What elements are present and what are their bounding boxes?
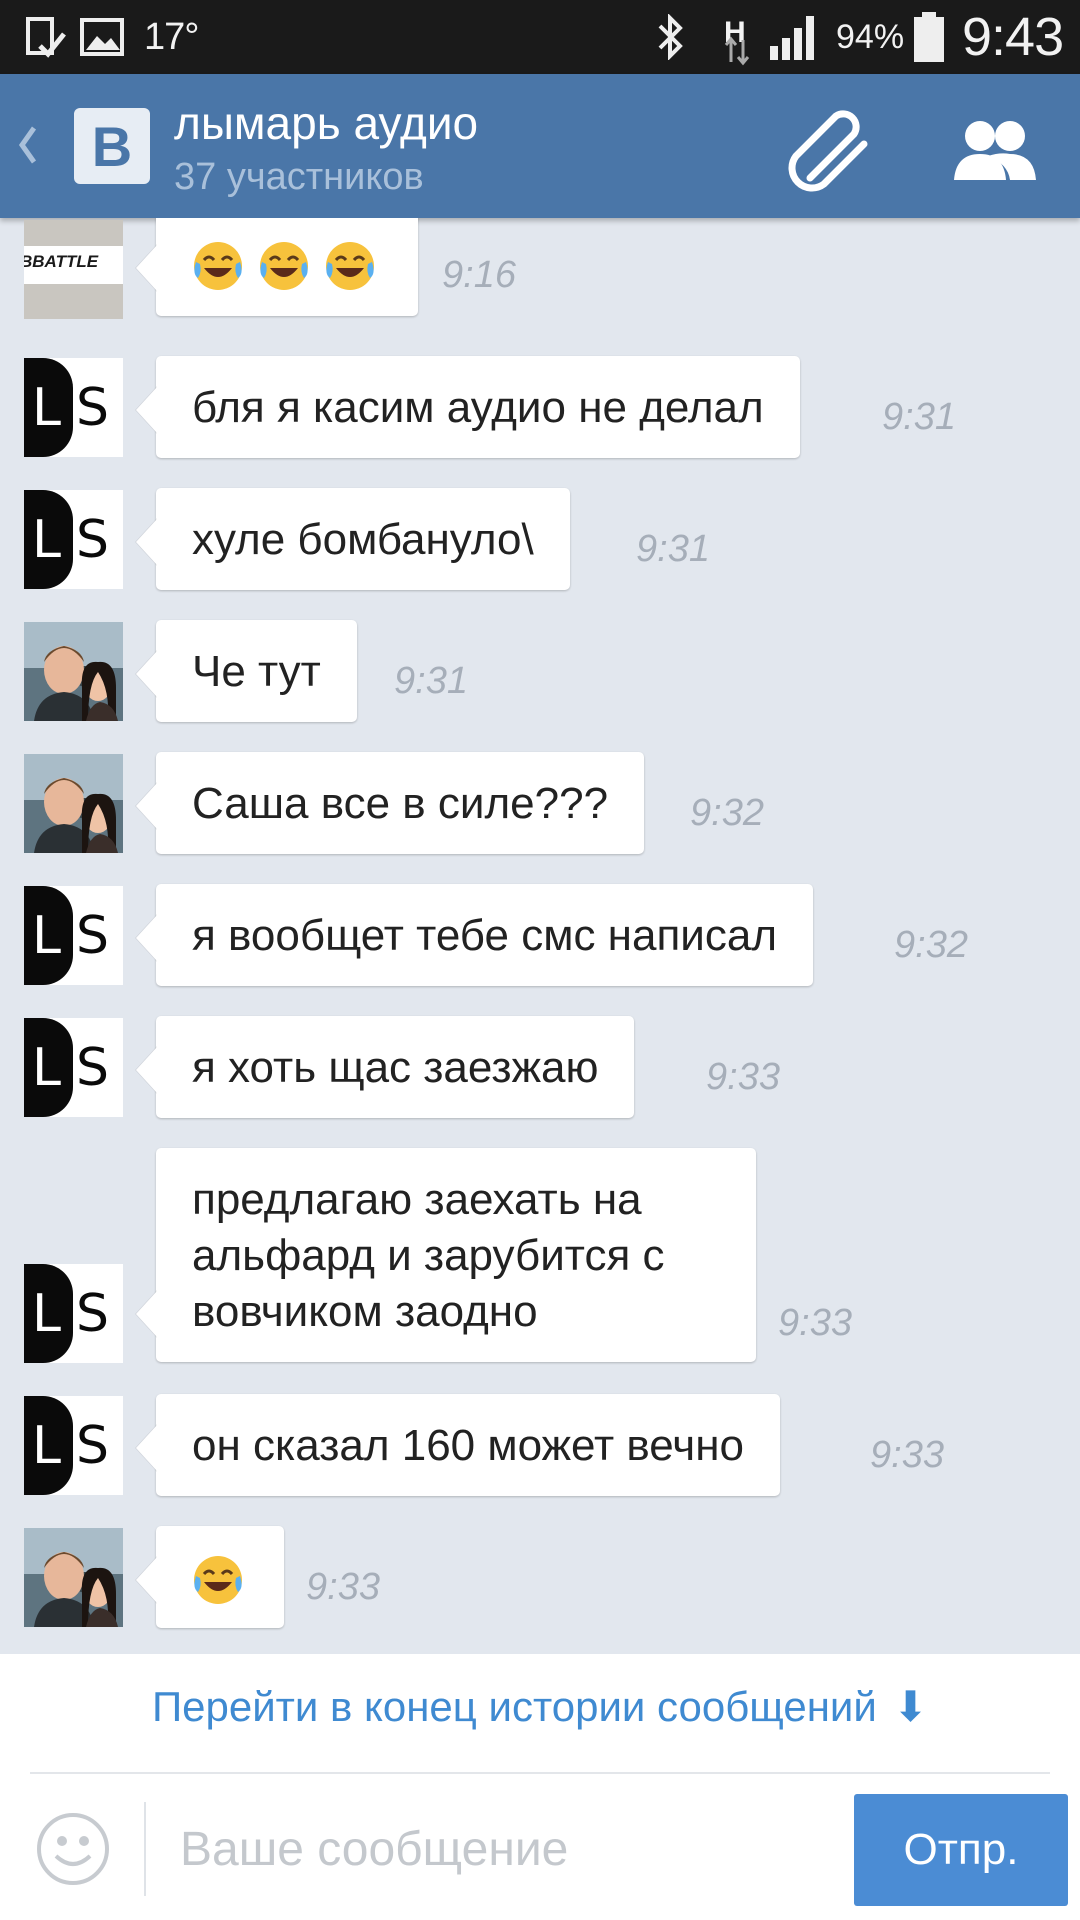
jump-to-latest-label: Перейти в конец истории сообщений	[151, 1683, 877, 1730]
arrow-down-icon: ⬇	[892, 1683, 929, 1730]
smiley-icon	[37, 1813, 109, 1885]
image-notification-icon	[80, 0, 124, 74]
message-text: я хоть щас заезжаю	[192, 1043, 599, 1092]
message-text: Саша все в силе???	[192, 779, 609, 828]
message-bubble[interactable]: бля я касим аудио не делал	[135, 356, 800, 458]
avatar-letter: S	[76, 1284, 110, 1344]
message-time: 9:31	[394, 660, 468, 702]
emoji-button[interactable]	[36, 1812, 110, 1886]
avatar[interactable]: L S	[24, 1396, 123, 1495]
clock: 9:43	[962, 7, 1064, 67]
crying-laughing-emoji	[260, 242, 308, 291]
send-button[interactable]: Отпр.	[854, 1794, 1068, 1906]
avatar-letter: L	[32, 1416, 61, 1476]
message-text: он сказал 160 может вечно	[192, 1421, 744, 1470]
couple-photo	[24, 754, 123, 853]
vk-logo[interactable]: B	[74, 108, 150, 184]
message-input[interactable]	[180, 1806, 830, 1892]
back-button[interactable]	[12, 118, 42, 172]
avatar[interactable]: L S	[24, 490, 123, 589]
avatar-letter: L	[32, 1284, 61, 1344]
message-time: 9:31	[882, 396, 956, 438]
avatar[interactable]: BBATTLE	[24, 220, 123, 319]
attach-button[interactable]	[782, 108, 878, 192]
message-time: 9:33	[870, 1434, 944, 1476]
message-time: 9:33	[706, 1056, 780, 1098]
chat-title[interactable]: лымарь аудио	[174, 96, 478, 150]
message-text: предлагаю заехать на альфард и зарубится…	[192, 1175, 665, 1336]
group-icon	[954, 121, 1036, 180]
participants-count: 37 участников	[174, 156, 424, 198]
jump-to-latest-link[interactable]: Перейти в конец истории сообщений ⬇	[0, 1682, 1080, 1731]
avatar[interactable]: L S	[24, 886, 123, 985]
avatar-letter: L	[32, 378, 61, 438]
message-bubble[interactable]: Че тут	[135, 620, 357, 722]
avatar-letter: L	[32, 510, 61, 570]
message-time: 9:33	[778, 1302, 852, 1344]
message-text: Че тут	[192, 647, 321, 696]
avatar-letter: S	[76, 906, 110, 966]
avatar-text: BBATTLE	[24, 252, 99, 271]
message-time: 9:31	[636, 528, 710, 570]
message-text: я вообщет тебе смс написал	[192, 911, 777, 960]
signal-strength-icon	[768, 0, 820, 74]
avatar[interactable]: L S	[24, 1264, 123, 1363]
avatar-letter: S	[76, 378, 110, 438]
battery-icon	[912, 0, 946, 74]
bluetooth-icon	[652, 0, 688, 74]
couple-photo	[24, 622, 123, 721]
paperclip-icon	[788, 110, 868, 192]
message-time: 9:16	[442, 254, 516, 296]
download-notification-icon	[26, 0, 66, 74]
avatar[interactable]	[24, 754, 123, 853]
message-text: хуле бомбануло\	[192, 515, 534, 564]
avatar-letter: L	[32, 1038, 61, 1098]
message-bubble[interactable]	[135, 218, 418, 316]
avatar[interactable]	[24, 622, 123, 721]
message-time: 9:32	[690, 792, 764, 834]
message-bubble[interactable]: я вообщет тебе смс написал	[135, 884, 813, 986]
weather-temperature: 17°	[144, 15, 199, 58]
divider	[30, 1772, 1050, 1774]
crying-laughing-emoji	[326, 242, 374, 291]
status-bar: 17° H 94% 9:43	[0, 0, 1080, 74]
message-text: бля я касим аудио не делал	[192, 383, 764, 432]
avatar-letter: S	[76, 1416, 110, 1476]
message-bubble[interactable]: я хоть щас заезжаю	[134, 1016, 635, 1118]
avatar-letter: S	[76, 1038, 110, 1098]
message-list[interactable]: BBATTLE 9:16 L S бля я касим аудио не де…	[0, 218, 1080, 1654]
avatar-letter: S	[76, 510, 110, 570]
message-bubble[interactable]: он сказал 160 может вечно	[135, 1394, 780, 1496]
battery-percent: 94%	[836, 17, 905, 56]
crying-laughing-emoji	[194, 242, 242, 291]
avatar[interactable]: L S	[24, 358, 123, 457]
crying-laughing-emoji	[194, 1556, 242, 1605]
message-bubble[interactable]: Саша все в силе???	[134, 752, 645, 854]
members-button[interactable]	[948, 114, 1044, 186]
message-time: 9:32	[894, 924, 968, 966]
avatar-letter: L	[32, 906, 61, 966]
message-time: 9:33	[306, 1566, 380, 1608]
composer-panel: Перейти в конец истории сообщений ⬇ Отпр.	[0, 1654, 1080, 1920]
input-separator	[144, 1802, 146, 1896]
message-bubble[interactable]: хуле бомбануло\	[135, 488, 570, 590]
message-bubble[interactable]	[135, 1526, 284, 1628]
couple-photo	[24, 1528, 123, 1627]
message-bubble[interactable]: предлагаю заехать на альфард и зарубится…	[135, 1148, 756, 1362]
avatar[interactable]	[24, 1528, 123, 1627]
chevron-left-icon	[18, 126, 37, 164]
chat-header: B лымарь аудио 37 участников	[0, 74, 1080, 218]
avatar[interactable]: L S	[24, 1018, 123, 1117]
